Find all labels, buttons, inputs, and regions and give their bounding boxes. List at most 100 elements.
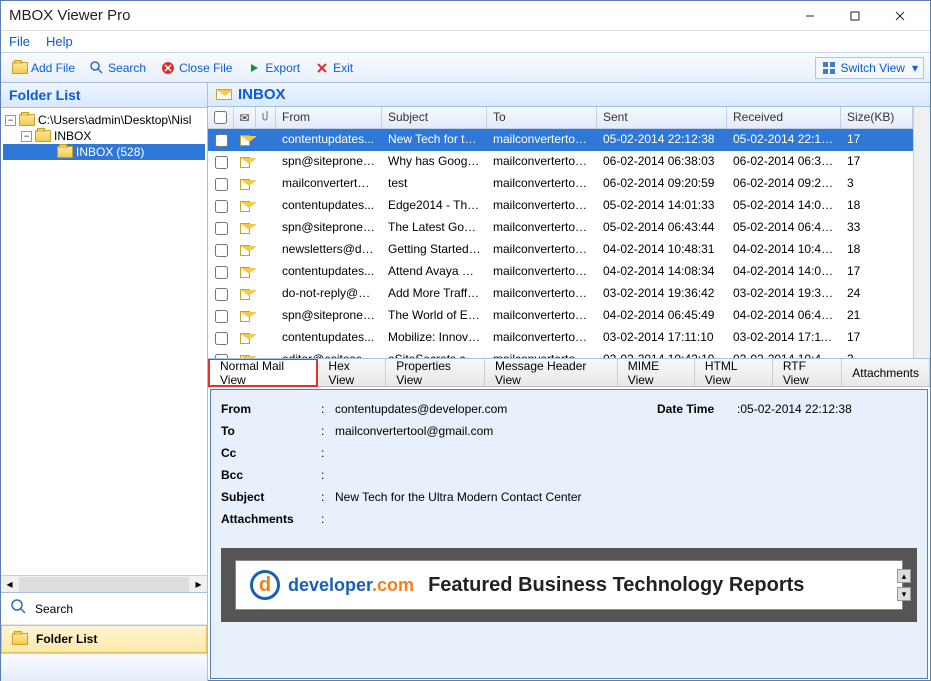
- row-sent: 04-02-2014 10:48:31: [597, 239, 727, 261]
- tab-html[interactable]: HTML View: [695, 359, 773, 386]
- row-received: 04-02-2014 10:48:...: [727, 239, 841, 261]
- row-size: 18: [841, 195, 913, 217]
- mail-icon: [234, 239, 256, 261]
- row-subject: test: [382, 173, 487, 195]
- export-button[interactable]: Export: [241, 58, 305, 78]
- scroll-down-icon[interactable]: ▾: [897, 587, 911, 601]
- minimize-button[interactable]: [787, 2, 832, 30]
- row-to: mailconvertertool...: [487, 129, 597, 151]
- row-size: 3: [841, 173, 913, 195]
- table-row[interactable]: spn@sitepronew...The World of Eco...mail…: [208, 305, 913, 327]
- tree-root[interactable]: − C:\Users\admin\Desktop\Nisl: [3, 112, 205, 128]
- row-subject: Add More Traffic ...: [382, 283, 487, 305]
- menu-file[interactable]: File: [9, 34, 30, 49]
- row-checkbox[interactable]: [208, 305, 234, 327]
- close-file-button[interactable]: Close File: [155, 58, 237, 78]
- tab-normal-mail[interactable]: Normal Mail View: [208, 358, 318, 387]
- col-to[interactable]: To: [487, 107, 597, 128]
- tree-count: (528): [116, 145, 144, 159]
- row-subject: Attend Avaya Evo...: [382, 261, 487, 283]
- developer-logo-icon: d: [250, 570, 280, 600]
- table-row[interactable]: spn@sitepronew...The Latest Googl...mail…: [208, 217, 913, 239]
- row-received: 04-02-2014 06:45:...: [727, 305, 841, 327]
- tree-inbox[interactable]: − INBOX: [3, 128, 205, 144]
- email-grid: ✉ From Subject To Sent Received Size(KB)…: [208, 107, 913, 358]
- row-checkbox[interactable]: [208, 195, 234, 217]
- detail-datetime-label: Date Time: [657, 402, 737, 416]
- switch-view-button[interactable]: Switch View ▾: [815, 57, 924, 79]
- horizontal-scrollbar[interactable]: ◂ ▸: [1, 575, 207, 592]
- exit-button[interactable]: Exit: [309, 58, 358, 78]
- table-row[interactable]: contentupdates...Attend Avaya Evo...mail…: [208, 261, 913, 283]
- col-sent[interactable]: Sent: [597, 107, 727, 128]
- col-icon[interactable]: ✉: [234, 107, 256, 128]
- row-received: 05-02-2014 14:01:...: [727, 195, 841, 217]
- row-received: 05-02-2014 22:12:...: [727, 129, 841, 151]
- row-from: newsletters@dev...: [276, 239, 382, 261]
- row-size: 3: [841, 349, 913, 358]
- exit-icon: [314, 60, 330, 76]
- sidebar-title: Folder List: [1, 83, 207, 108]
- detail-to-value: mailconvertertool@gmail.com: [335, 424, 917, 438]
- vertical-scrollbar[interactable]: [913, 107, 930, 358]
- row-from: do-not-reply@de...: [276, 283, 382, 305]
- row-size: 17: [841, 261, 913, 283]
- table-row[interactable]: contentupdates...Mobilize: Innovat...mai…: [208, 327, 913, 349]
- col-size[interactable]: Size(KB): [841, 107, 913, 128]
- tab-message-header[interactable]: Message Header View: [485, 359, 618, 386]
- col-subject[interactable]: Subject: [382, 107, 487, 128]
- table-row[interactable]: do-not-reply@de...Add More Traffic ...ma…: [208, 283, 913, 305]
- row-to: mailconvertertool...: [487, 283, 597, 305]
- row-checkbox[interactable]: [208, 261, 234, 283]
- row-checkbox[interactable]: [208, 173, 234, 195]
- row-sent: 03-02-2014 19:36:42: [597, 283, 727, 305]
- maximize-button[interactable]: [832, 2, 877, 30]
- folder-icon: [19, 114, 35, 126]
- row-checkbox[interactable]: [208, 349, 234, 358]
- tree-inbox-child[interactable]: INBOX (528): [3, 144, 205, 160]
- row-checkbox[interactable]: [208, 129, 234, 151]
- row-to: mailconvertertool...: [487, 173, 597, 195]
- row-attachment: [256, 327, 276, 349]
- content-pane: INBOX ✉ From Subject To Sent Received Si…: [208, 83, 930, 681]
- row-checkbox[interactable]: [208, 283, 234, 305]
- tab-hex[interactable]: Hex View: [318, 359, 386, 386]
- table-row[interactable]: editor@esitesecr...eSiteSecrets.com ...m…: [208, 349, 913, 358]
- col-checkbox[interactable]: [208, 107, 234, 128]
- tab-attachments[interactable]: Attachments: [842, 359, 930, 386]
- search-button[interactable]: Search: [84, 58, 151, 78]
- mail-icon: [234, 283, 256, 305]
- tab-properties[interactable]: Properties View: [386, 359, 485, 386]
- close-button[interactable]: [877, 2, 922, 30]
- detail-bcc-label: Bcc: [221, 468, 321, 482]
- col-from[interactable]: From: [276, 107, 382, 128]
- row-to: mailconvertertool...: [487, 305, 597, 327]
- row-checkbox[interactable]: [208, 327, 234, 349]
- scroll-up-icon[interactable]: ▴: [897, 569, 911, 583]
- row-checkbox[interactable]: [208, 217, 234, 239]
- col-received[interactable]: Received: [727, 107, 841, 128]
- row-from: spn@sitepronew...: [276, 217, 382, 239]
- sidebar-tab-search[interactable]: Search: [1, 593, 207, 625]
- collapse-icon[interactable]: −: [5, 115, 16, 126]
- table-row[interactable]: spn@sitepronew...Why has Google ...mailc…: [208, 151, 913, 173]
- table-row[interactable]: contentupdates...New Tech for the ...mai…: [208, 129, 913, 151]
- tab-rtf[interactable]: RTF View: [773, 359, 842, 386]
- row-size: 18: [841, 239, 913, 261]
- folder-plus-icon: [12, 60, 28, 76]
- row-checkbox[interactable]: [208, 151, 234, 173]
- collapse-icon[interactable]: −: [21, 131, 32, 142]
- sidebar-tab-folder-list[interactable]: Folder List: [1, 625, 207, 653]
- add-file-button[interactable]: Add File: [7, 58, 80, 78]
- row-attachment: [256, 129, 276, 151]
- tab-mime[interactable]: MIME View: [618, 359, 695, 386]
- row-checkbox[interactable]: [208, 239, 234, 261]
- table-row[interactable]: newsletters@dev...Getting Started ...mai…: [208, 239, 913, 261]
- menu-help[interactable]: Help: [46, 34, 73, 49]
- table-row[interactable]: mailconvertertool...testmailconvertertoo…: [208, 173, 913, 195]
- table-row[interactable]: contentupdates...Edge2014 - The P...mail…: [208, 195, 913, 217]
- row-sent: 06-02-2014 06:38:03: [597, 151, 727, 173]
- mail-icon: [234, 305, 256, 327]
- row-from: editor@esitesecr...: [276, 349, 382, 358]
- col-attachment[interactable]: [256, 107, 276, 128]
